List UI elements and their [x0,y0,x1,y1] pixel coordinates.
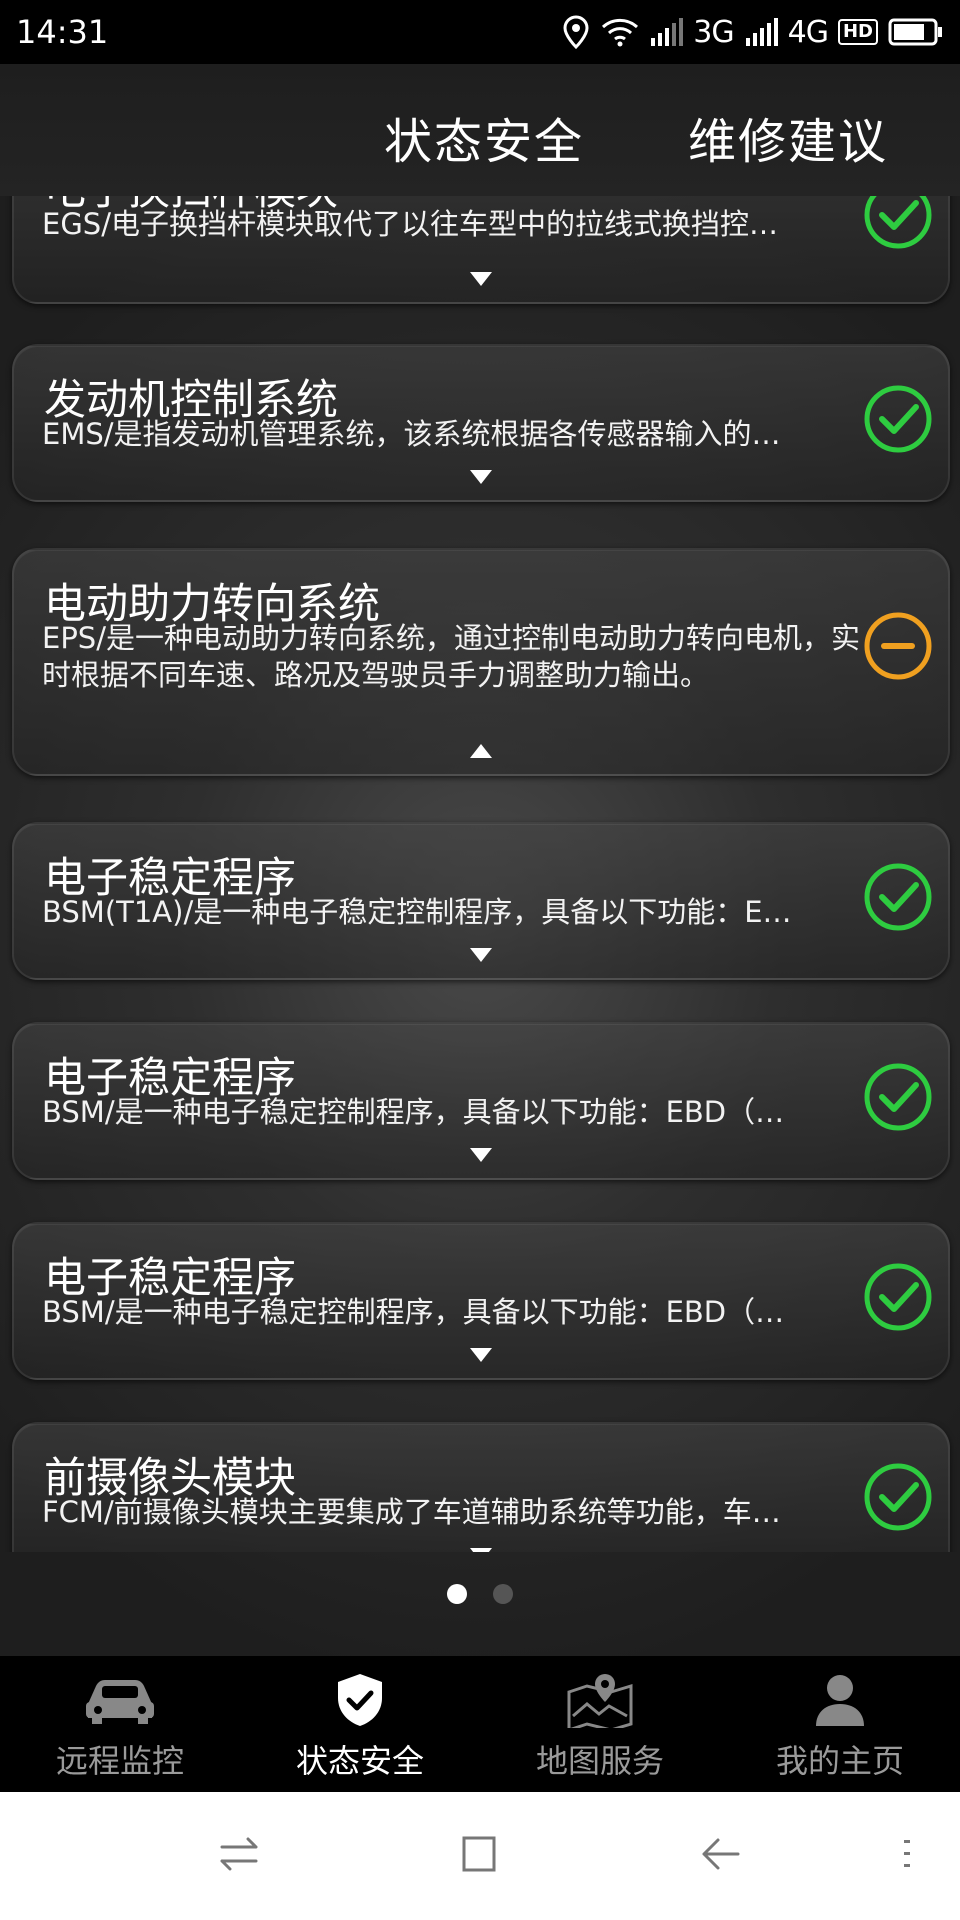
menu-icon[interactable] [898,1834,914,1874]
module-description: EPS/是一种电动助力转向系统，通过控制电动助力转向电机，实时根据不同车速、路况… [42,621,860,692]
top-tabs: 状态安全 维修建议 [0,64,960,196]
module-description: BSM(T1A)/是一种电子稳定控制程序，具备以下功能：E… [42,895,792,929]
check-circle-icon [864,1263,932,1331]
network-4g-label: 4G [787,14,829,50]
nav-my-home[interactable]: 我的主页 [720,1656,960,1792]
page-dot[interactable] [493,1584,513,1604]
module-card[interactable]: 电子稳定程序 BSM/是一种电子稳定控制程序，具备以下功能：EBD（… [12,1022,950,1180]
collapse-arrow-icon[interactable] [470,744,492,758]
expand-arrow-icon[interactable] [470,948,492,962]
nav-label: 地图服务 [535,1742,664,1780]
expand-arrow-icon[interactable] [470,272,492,286]
page-dot-active[interactable] [447,1584,467,1604]
check-circle-icon [864,863,932,931]
map-pin-icon [560,1670,640,1730]
expand-arrow-icon[interactable] [470,470,492,484]
module-description: EMS/是指发动机管理系统，该系统根据各传感器输入的… [42,417,781,451]
status-bar: 14:31 3G 4G HD [0,0,960,64]
module-card[interactable]: 电动助力转向系统 EPS/是一种电动助力转向系统，通过控制电动助力转向电机，实时根… [12,548,950,776]
module-list[interactable]: 电子换挡杆模块EGS/电子换挡杆模块取代了以往车型中的拉线式换挡控… 发动机控制系… [0,196,960,1552]
expand-arrow-icon[interactable] [470,1348,492,1362]
check-circle-icon [864,196,932,249]
module-card[interactable]: 前摄像头模块 FCM/前摄像头模块主要集成了车道辅助系统等功能，车… [12,1422,950,1552]
tab-maintenance[interactable]: 维修建议 [688,102,888,172]
nav-remote-monitor[interactable]: 远程监控 [0,1656,240,1792]
page-indicator [0,1584,960,1604]
module-card[interactable]: 电子稳定程序 BSM/是一种电子稳定控制程序，具备以下功能：EBD（… [12,1222,950,1380]
back-icon[interactable] [700,1834,742,1874]
check-circle-icon [864,385,932,453]
module-description: EGS/电子换挡杆模块取代了以往车型中的拉线式换挡控… [42,207,778,241]
nav-label: 我的主页 [775,1742,904,1780]
module-description: BSM/是一种电子稳定控制程序，具备以下功能：EBD（… [42,1295,785,1329]
check-circle-icon [864,1063,932,1131]
status-time: 14:31 [16,13,109,51]
status-icons: 3G 4G HD [561,15,944,50]
network-3g-label: 3G [693,14,734,50]
shield-check-icon [320,1670,400,1730]
nav-status-safety[interactable]: 状态安全 [240,1656,480,1792]
nav-label: 状态安全 [295,1742,424,1780]
expand-arrow-icon[interactable] [470,1148,492,1162]
bottom-nav: 远程监控 状态安全 地图服务 我的主页 [0,1656,960,1792]
nav-label: 远程监控 [55,1742,184,1780]
car-icon [80,1670,160,1730]
screen: 14:31 3G 4G HD 状态安全 维修建议 电子换挡杆模块EGS/电子换挡… [0,0,960,1920]
nav-map-service[interactable]: 地图服务 [480,1656,720,1792]
module-card[interactable]: 发动机控制系统 EMS/是指发动机管理系统，该系统根据各传感器输入的… [12,344,950,502]
expand-arrow-icon[interactable] [470,1548,492,1552]
user-icon [800,1670,880,1730]
switch-icon[interactable] [218,1834,260,1874]
location-icon [563,15,589,49]
module-description: FCM/前摄像头模块主要集成了车道辅助系统等功能，车… [42,1495,781,1529]
signal-icon [745,18,778,46]
minus-circle-icon [864,612,932,680]
module-card[interactable]: 电子换挡杆模块EGS/电子换挡杆模块取代了以往车型中的拉线式换挡控… [12,196,950,304]
module-card[interactable]: 电子稳定程序 BSM(T1A)/是一种电子稳定控制程序，具备以下功能：E… [12,822,950,980]
tab-status-safety[interactable]: 状态安全 [384,102,584,172]
battery-icon [888,18,942,46]
module-description: BSM/是一种电子稳定控制程序，具备以下功能：EBD（… [42,1095,785,1129]
hd-badge: HD [837,19,878,45]
square-icon[interactable] [460,1834,500,1874]
wifi-icon [602,18,639,47]
signal-icon [651,18,684,46]
system-nav-bar [0,1792,960,1920]
check-circle-icon [864,1463,932,1531]
